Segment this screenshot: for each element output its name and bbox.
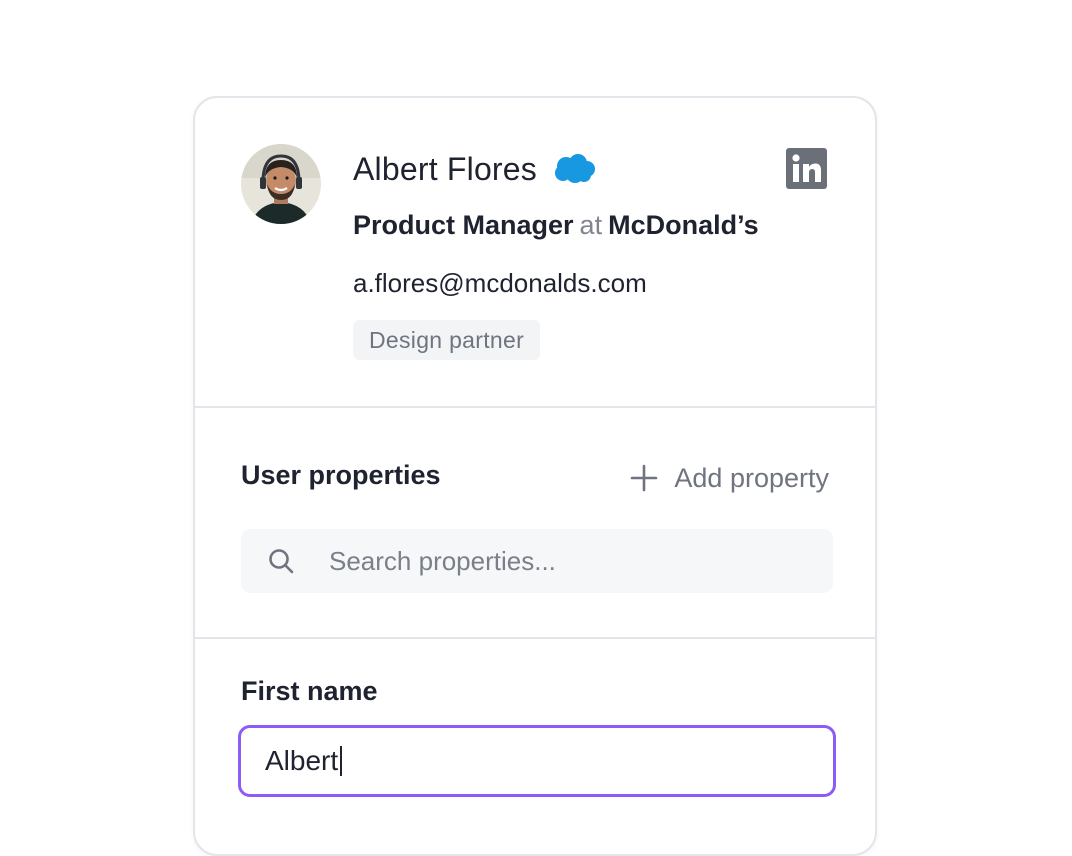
first-name-label: First name <box>241 676 378 706</box>
add-property-label: Add property <box>674 462 829 493</box>
avatar <box>241 144 321 224</box>
role-line: Product Manager at McDonald’s <box>353 210 759 241</box>
text-caret <box>340 746 343 776</box>
salesforce-cloud-icon[interactable] <box>553 153 597 185</box>
name-row: Albert Flores <box>353 148 597 190</box>
search-icon <box>269 549 294 574</box>
section-divider <box>195 406 875 408</box>
plus-icon <box>631 464 658 492</box>
at-connector: at <box>579 210 603 240</box>
first-name-input[interactable]: Albert <box>238 725 836 797</box>
contact-email: a.flores@mcdonalds.com <box>353 268 647 298</box>
search-properties-box[interactable] <box>241 529 833 593</box>
first-name-value: Albert <box>265 745 339 776</box>
add-property-button[interactable]: Add property <box>630 458 829 498</box>
linkedin-icon[interactable] <box>786 148 827 189</box>
company-name: McDonald’s <box>608 210 759 240</box>
contact-name: Albert Flores <box>353 150 537 187</box>
job-title: Product Manager <box>353 210 574 240</box>
contact-card: Albert Flores Product Manager at McDonal… <box>193 96 877 856</box>
search-properties-input[interactable] <box>327 544 811 578</box>
section-divider <box>195 637 875 639</box>
user-properties-title: User properties <box>241 460 441 490</box>
profile-section: Albert Flores Product Manager at McDonal… <box>195 98 875 408</box>
contact-tag[interactable]: Design partner <box>353 320 541 360</box>
